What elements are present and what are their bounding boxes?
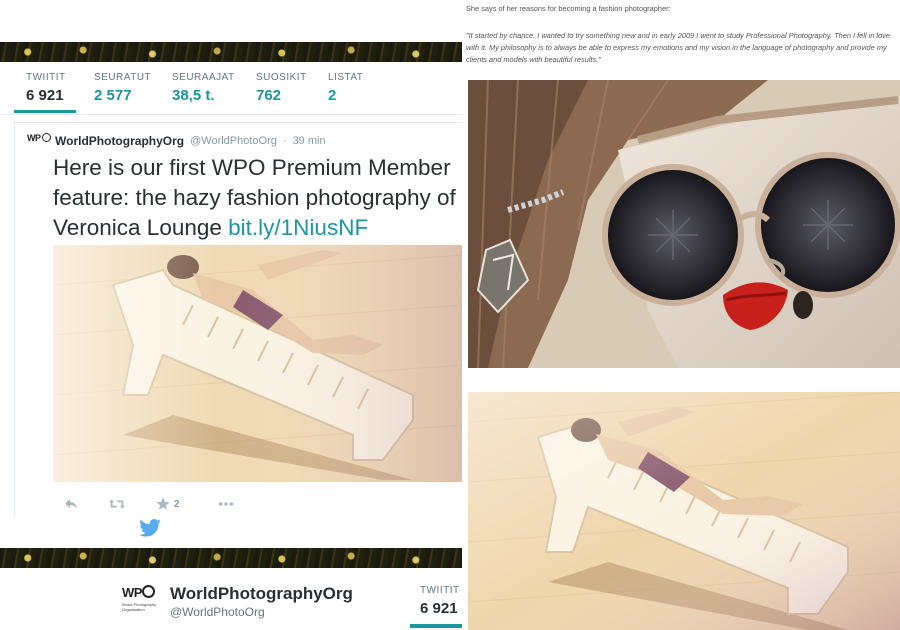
more-icon[interactable] [218, 496, 234, 512]
retweet-icon[interactable] [109, 496, 125, 512]
tweet-timestamp[interactable]: 39 min [293, 135, 326, 147]
stat-label: LISTAT [328, 72, 364, 83]
logo-text: WP [122, 585, 142, 600]
profile-header-banner-lower [0, 548, 462, 568]
tweet-link[interactable]: bit.ly/1NiusNF [228, 215, 368, 240]
active-tab-indicator [410, 624, 462, 628]
stat-value: 38,5 t. [172, 87, 215, 104]
twitter-profile-panel: TWIITIT 6 921 SEURATUT 2 577 SEURAAJAT 3… [0, 0, 462, 630]
stat-value: 6 921 [420, 600, 458, 617]
lounger-photo-illustration [468, 392, 900, 630]
article-intro: She says of her reasons for becoming a f… [466, 4, 671, 13]
stat-tweets[interactable]: TWIITIT 6 921 [26, 72, 66, 104]
profile-handle[interactable]: @WorldPhotoOrg [170, 605, 265, 619]
stat-lists[interactable]: LISTAT 2 [328, 72, 363, 104]
tweet-actions: 2 [63, 496, 234, 512]
profile-stats-bar: TWIITIT 6 921 SEURATUT 2 577 SEURAAJAT 3… [0, 62, 462, 115]
stat-label: SUOSIKIT [256, 72, 307, 83]
lounger-photo-illustration [53, 245, 462, 482]
stat-value: 2 577 [94, 87, 132, 104]
stat-label: TWIITIT [420, 585, 460, 596]
profile-name[interactable]: WorldPhotographyOrg [170, 584, 353, 604]
reply-icon[interactable] [63, 496, 79, 512]
stat-value: 2 [328, 87, 337, 104]
stat-value: 6 921 [26, 87, 64, 104]
stat-favorites[interactable]: SUOSIKIT 762 [256, 72, 307, 104]
author-name[interactable]: WorldPhotographyOrg [55, 134, 184, 148]
separator-dot: · [282, 135, 287, 147]
section-gap [0, 517, 462, 548]
tweet-photo[interactable] [53, 245, 462, 482]
active-tab-indicator [14, 110, 76, 113]
logo-subtitle: World Photography Organisation [122, 602, 157, 612]
stat-label: SEURATUT [94, 72, 152, 83]
tweet-card[interactable]: WP WorldPhotographyOrg @WorldPhotoOrg · … [14, 122, 462, 519]
portrait-photo[interactable] [468, 80, 900, 368]
profile-header-banner [0, 42, 462, 62]
stat-label: TWIITIT [26, 72, 66, 83]
article-quote: "It started by chance. I wanted to try s… [466, 31, 890, 64]
tweet-header: WP WorldPhotographyOrg @WorldPhotoOrg · … [27, 133, 326, 149]
lounger-photo[interactable] [468, 392, 900, 630]
favorite-icon[interactable] [155, 496, 171, 512]
favorite-count: 2 [174, 498, 180, 510]
sunglasses-portrait-illustration [468, 80, 900, 368]
tweet-text: Here is our first WPO Premium Member fea… [53, 153, 462, 243]
article-panel: She says of her reasons for becoming a f… [462, 0, 900, 630]
stat-following[interactable]: SEURATUT 2 577 [94, 72, 151, 104]
author-handle[interactable]: @WorldPhotoOrg [190, 135, 277, 147]
avatar-text: WP [27, 133, 41, 143]
stat-value: 762 [256, 87, 282, 104]
author-avatar[interactable]: WP [27, 133, 51, 149]
twitter-bird-icon[interactable] [139, 519, 161, 537]
stat-label: SEURAAJAT [172, 72, 235, 83]
wpo-logo[interactable]: WP World Photography Organisation [122, 584, 160, 614]
stat-tweets-lower[interactable]: TWIITIT 6 921 [420, 585, 460, 617]
stat-followers[interactable]: SEURAAJAT 38,5 t. [172, 72, 235, 104]
